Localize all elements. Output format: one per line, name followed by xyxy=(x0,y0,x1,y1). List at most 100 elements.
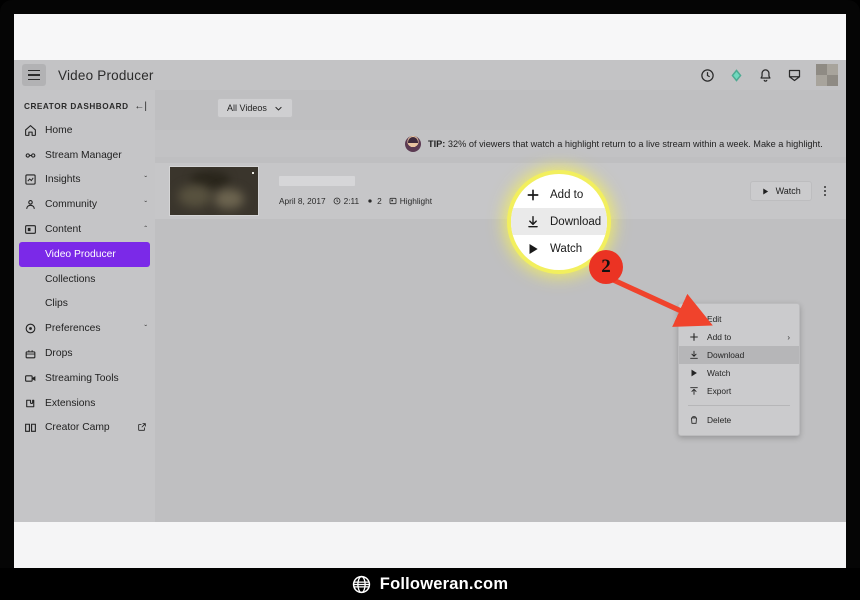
sidebar-item-drops[interactable]: Drops xyxy=(14,341,155,366)
video-views: 2 xyxy=(366,196,382,206)
sidebar-item-content[interactable]: Content ˆ xyxy=(14,217,155,242)
sidebar-item-stream-manager[interactable]: Stream Manager xyxy=(14,143,155,168)
footer-brand-bar: Followeran.com xyxy=(0,568,860,600)
sidebar-item-clips[interactable]: Clips xyxy=(14,292,155,317)
hamburger-menu-icon[interactable] xyxy=(22,64,46,86)
video-date: April 8, 2017 xyxy=(279,196,326,206)
chevron-right-icon: › xyxy=(787,332,790,342)
video-duration-value: 2:11 xyxy=(343,196,360,206)
footer-brand-label: Followeran.com xyxy=(379,574,509,593)
tip-body: 32% of viewers that watch a highlight re… xyxy=(445,138,823,149)
more-options-icon[interactable] xyxy=(818,182,832,201)
video-views-value: 2 xyxy=(377,196,382,206)
sidebar-item-label: Content xyxy=(45,224,82,236)
insights-icon xyxy=(24,173,37,186)
sidebar-item-label: Community xyxy=(45,199,98,211)
sidebar-item-label: Preferences xyxy=(45,323,101,335)
sidebar-item-label: Streaming Tools xyxy=(45,372,119,384)
page-title: Video Producer xyxy=(58,67,154,83)
clock-icon xyxy=(333,197,340,205)
row-actions: Watch xyxy=(749,181,832,201)
highlight-icon xyxy=(389,197,397,205)
eye-icon xyxy=(368,199,372,203)
download-icon xyxy=(688,350,699,360)
chevron-down-icon[interactable]: ˇ xyxy=(144,200,147,209)
tip-prefix: TIP: xyxy=(428,138,446,149)
filter-label: All Videos xyxy=(227,103,267,113)
topbar-actions xyxy=(700,64,846,86)
page-sheet: Video Producer CREATOR DASHBOARD ←| Home… xyxy=(14,14,846,568)
sidebar-item-streaming-tools[interactable]: Streaming Tools xyxy=(14,366,155,391)
video-thumbnail[interactable] xyxy=(169,166,259,216)
all-videos-filter-dropdown[interactable]: All Videos xyxy=(217,98,293,118)
camera-icon xyxy=(24,372,37,385)
extensions-icon xyxy=(24,397,37,410)
context-menu-item-label: Delete xyxy=(707,415,732,425)
watch-button-label: Watch xyxy=(775,186,801,196)
video-metadata: April 8, 2017 2:11 2 Highlight xyxy=(279,196,432,206)
browser-blank-strip xyxy=(14,14,846,60)
play-icon xyxy=(688,368,699,378)
sidebar-item-extensions[interactable]: Extensions xyxy=(14,391,155,416)
callout-item-label: Watch xyxy=(550,242,583,255)
external-link-icon[interactable] xyxy=(137,422,147,434)
sidebar-item-preferences[interactable]: Preferences ˇ xyxy=(14,316,155,341)
page-bottom-strip xyxy=(14,522,846,568)
sidebar: CREATOR DASHBOARD ←| Home Stream Manager… xyxy=(14,90,156,522)
context-menu-item-export[interactable]: Export xyxy=(679,382,799,400)
sidebar-item-label: Insights xyxy=(45,174,81,186)
collapse-sidebar-icon[interactable]: ←| xyxy=(134,101,147,112)
video-type: Highlight xyxy=(389,196,432,206)
chevron-down-icon[interactable]: ˇ xyxy=(144,175,147,184)
tip-text: TIP: 32% of viewers that watch a highlig… xyxy=(428,139,823,149)
sidebar-item-insights[interactable]: Insights ˇ xyxy=(14,168,155,193)
callout-item-label: Add to xyxy=(550,188,584,201)
video-title-redacted xyxy=(279,176,355,186)
sidebar-item-video-producer[interactable]: Video Producer xyxy=(19,241,150,267)
tip-banner: TIP: 32% of viewers that watch a highlig… xyxy=(155,130,846,157)
play-icon xyxy=(525,242,541,256)
download-icon xyxy=(525,215,541,229)
sliders-icon xyxy=(24,149,37,162)
plus-icon xyxy=(525,188,541,202)
bits-icon[interactable] xyxy=(729,68,744,83)
book-icon xyxy=(24,421,37,434)
context-menu-item-download[interactable]: Download xyxy=(679,346,799,364)
drops-icon xyxy=(24,347,37,360)
context-menu-item-watch[interactable]: Watch xyxy=(679,364,799,382)
home-icon xyxy=(24,124,37,137)
sidebar-header-label: CREATOR DASHBOARD xyxy=(24,101,129,111)
chevron-down-icon[interactable]: ˇ xyxy=(144,324,147,333)
app-top-navbar: Video Producer xyxy=(14,60,846,91)
sidebar-item-community[interactable]: Community ˇ xyxy=(14,192,155,217)
gear-icon xyxy=(24,322,37,335)
sidebar-item-collections[interactable]: Collections xyxy=(14,267,155,292)
video-info: April 8, 2017 2:11 2 Highlight xyxy=(279,176,432,206)
video-duration: 2:11 xyxy=(333,196,360,206)
sidebar-item-label: Clips xyxy=(45,298,68,310)
context-menu-separator xyxy=(688,405,790,406)
sidebar-item-label: Home xyxy=(45,124,73,136)
watch-button[interactable]: Watch xyxy=(749,181,812,201)
context-menu-item-label: Download xyxy=(707,350,745,360)
content-icon xyxy=(24,223,37,236)
avatar[interactable] xyxy=(816,64,838,86)
sidebar-item-creator-camp[interactable]: Creator Camp xyxy=(14,416,155,441)
video-list-row[interactable]: April 8, 2017 2:11 2 Highlight Watch xyxy=(155,163,846,219)
chevron-up-icon[interactable]: ˆ xyxy=(144,225,147,234)
whispers-icon[interactable] xyxy=(787,68,802,83)
filter-bar: All Videos xyxy=(217,98,293,118)
bell-icon[interactable] xyxy=(758,68,773,83)
sidebar-item-label: Video Producer xyxy=(45,248,116,260)
sidebar-item-home[interactable]: Home xyxy=(14,118,155,143)
video-type-value: Highlight xyxy=(399,196,433,206)
clock-icon[interactable] xyxy=(700,68,715,83)
sidebar-item-label: Extensions xyxy=(45,397,96,409)
sidebar-item-label: Collections xyxy=(45,273,96,285)
export-icon xyxy=(688,386,699,396)
context-menu-item-delete[interactable]: Delete xyxy=(679,411,799,429)
community-icon xyxy=(24,198,37,211)
context-menu-item-label: Watch xyxy=(707,368,731,378)
step-number-badge: 2 xyxy=(589,250,623,284)
callout-item-download[interactable]: Download xyxy=(511,208,607,235)
